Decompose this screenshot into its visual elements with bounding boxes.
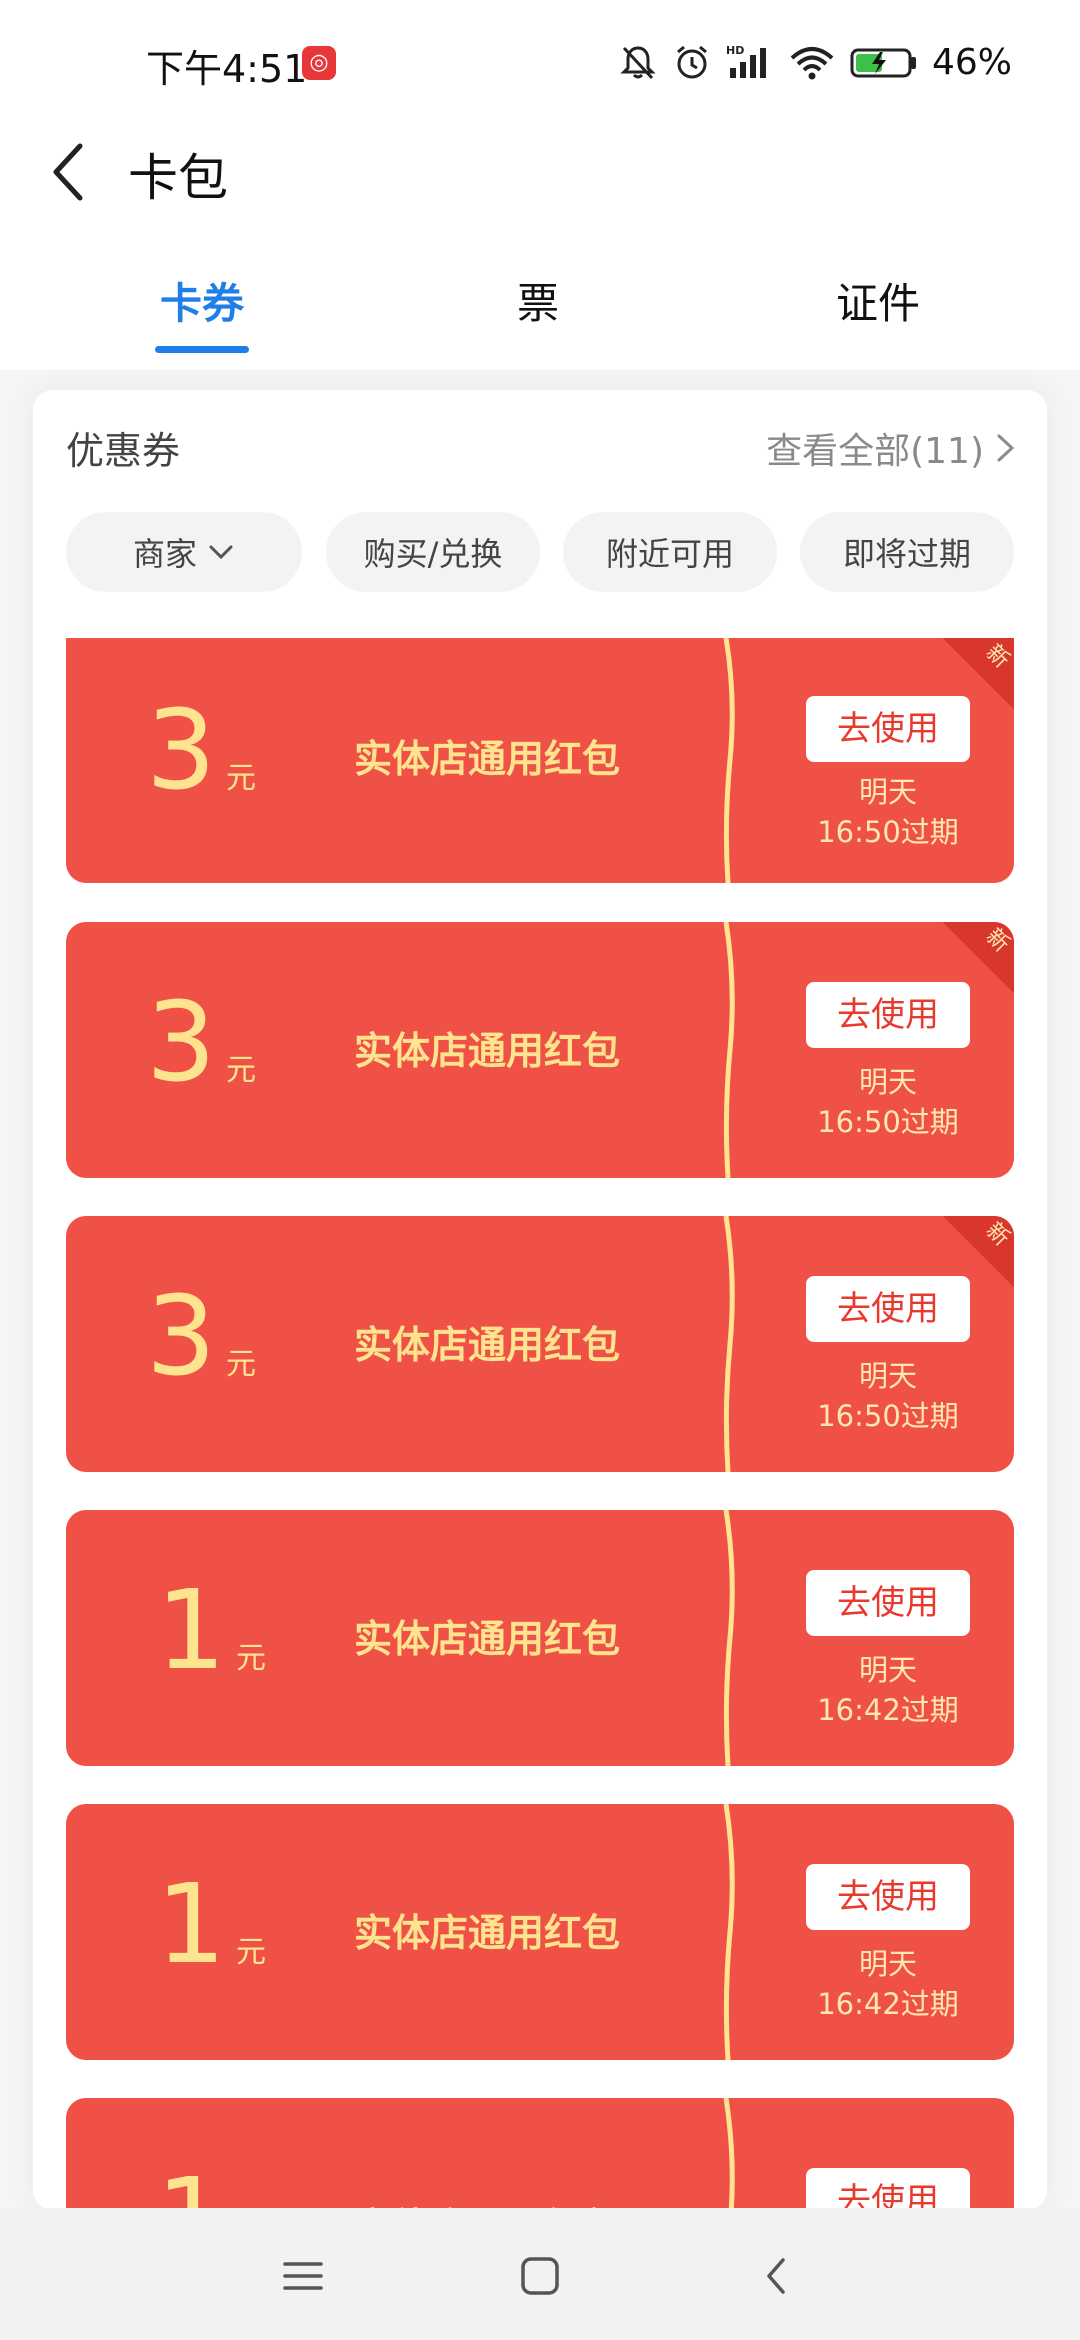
filter-chips: 商家 购买/兑换 附近可用 即将过期 [66, 512, 1014, 592]
tab-cards[interactable]: 卡券 [102, 270, 302, 331]
use-coupon-button[interactable]: 去使用 [806, 696, 970, 762]
coupon-amount-value: 1 [156, 1566, 226, 1694]
coupon-expiry: 明天 16:50过期 [766, 772, 1010, 852]
battery-icon [850, 48, 916, 78]
coupon-divider [723, 922, 735, 1178]
coupon-divider [723, 1216, 735, 1472]
page-header: 卡包 [0, 130, 1080, 240]
coupon-name: 实体店通用红包 [354, 1029, 621, 1073]
filter-nearby-label: 附近可用 [605, 535, 734, 573]
tab-ids[interactable]: 证件 [778, 270, 978, 331]
coupon-card[interactable]: 新 3 元 实体店通用红包 去使用 明天 16:50过期 [66, 1216, 1014, 1472]
coupon-amount-value: 3 [146, 978, 216, 1106]
system-nav-bar [0, 2208, 1080, 2340]
section-title: 优惠券 [66, 429, 181, 473]
expiry-time: 16:42过期 [817, 1987, 959, 2021]
svg-text:HD: HD [726, 44, 744, 57]
use-coupon-button[interactable]: 去使用 [806, 2168, 970, 2208]
coupon-amount-unit: 元 [226, 761, 256, 796]
coupon-amount: 3 元 [146, 690, 256, 810]
use-coupon-button[interactable]: 去使用 [806, 1864, 970, 1930]
coupon-expiry: 明天 16:50过期 [766, 1356, 1010, 1436]
coupon-amount-value: 3 [146, 1272, 216, 1400]
coupon-amount: 1 元 [146, 1864, 266, 1984]
tab-tickets[interactable]: 票 [438, 270, 638, 331]
battery-percent: 46% [931, 41, 1012, 83]
coupon-card[interactable]: 1 元 实体店通用红包 去使用 明天 16:42过期 [66, 1510, 1014, 1766]
filter-purchase-label: 购买/兑换 [363, 535, 503, 573]
mute-bell-icon [620, 46, 656, 80]
coupon-amount: 1 元 [146, 1570, 266, 1690]
expiry-day: 明天 [858, 1653, 917, 1687]
filter-expiring-label: 即将过期 [842, 535, 971, 573]
coupon-name: 实体店通用红包 [354, 1323, 621, 1367]
expiry-day: 明天 [858, 1947, 917, 1981]
use-coupon-button[interactable]: 去使用 [806, 1570, 970, 1636]
back-arrow-icon [53, 143, 83, 201]
status-time: 下午4:51 [146, 47, 308, 91]
home-square-icon [521, 2257, 559, 2295]
netease-music-icon: ◎ [302, 46, 336, 80]
coupon-expiry: 明天 16:42过期 [766, 1944, 1010, 2024]
home-button[interactable] [500, 2236, 580, 2316]
coupon-divider [723, 1510, 735, 1766]
wifi-icon [790, 47, 834, 80]
coupon-divider [723, 638, 735, 883]
coupon-card[interactable]: 新 3 元 实体店通用红包 去使用 明天 16:50过期 [66, 922, 1014, 1178]
active-tab-indicator [155, 346, 249, 353]
recent-apps-button[interactable] [263, 2236, 343, 2316]
menu-icon [283, 2262, 323, 2290]
coupon-amount-unit: 元 [236, 1935, 266, 1970]
coupon-expiry: 明天 16:50过期 [766, 1062, 1010, 1142]
coupon-name: 实体店通用红包 [354, 1617, 621, 1661]
coupon-amount-unit: 元 [226, 1347, 256, 1382]
expiry-time: 16:50过期 [817, 1105, 959, 1139]
coupon-divider [723, 1804, 735, 2060]
use-coupon-button[interactable]: 去使用 [806, 1276, 970, 1342]
expiry-time: 16:42过期 [817, 1693, 959, 1727]
coupon-card[interactable]: 1 元 实体店通用红包 去使用 [66, 2098, 1014, 2208]
chevron-down-icon [209, 545, 233, 560]
coupon-name: 实体店通用红包 [354, 737, 621, 781]
coupon-amount: 3 元 [146, 982, 256, 1102]
coupon-card[interactable]: 新 3 元 实体店通用红包 去使用 明天 16:50过期 [66, 638, 1014, 883]
coupon-amount-unit: 元 [236, 1641, 266, 1676]
page-title: 卡包 [128, 149, 228, 207]
coupon-name: 实体店通用红包 [354, 1911, 621, 1955]
coupon-list: 新 3 元 实体店通用红包 去使用 明天 16:50过期 新 3 元 实体店通用… [66, 638, 1014, 2208]
expiry-time: 16:50过期 [817, 1399, 959, 1433]
filter-purchase-exchange[interactable]: 购买/兑换 [326, 512, 540, 592]
coupon-expiry: 明天 16:42过期 [766, 1650, 1010, 1730]
coupon-amount: 3 元 [146, 1276, 256, 1396]
coupon-amount-value: 3 [146, 686, 216, 814]
back-button[interactable] [40, 132, 120, 212]
filter-expiring[interactable]: 即将过期 [800, 512, 1014, 592]
view-all-link[interactable]: 查看全部(11) [766, 422, 1018, 474]
status-icons: HD 46% [618, 40, 1012, 84]
filter-nearby[interactable]: 附近可用 [563, 512, 777, 592]
expiry-day: 明天 [858, 775, 917, 809]
coupon-name: 实体店通用红包 [354, 2196, 620, 2208]
expiry-day: 明天 [858, 1065, 917, 1099]
view-all-label: 查看全部(11) [766, 431, 984, 472]
alarm-icon [677, 45, 707, 79]
filter-merchant[interactable]: 商家 [66, 512, 302, 592]
coupon-amount-unit: 元 [226, 1053, 256, 1088]
status-bar: 下午4:51 ◎ HD 46% [0, 0, 1080, 130]
back-chevron-icon [767, 2258, 785, 2294]
filter-merchant-label: 商家 [132, 535, 197, 573]
chevron-right-icon [997, 434, 1015, 462]
coupon-amount-value: 1 [156, 2158, 226, 2208]
use-coupon-button[interactable]: 去使用 [806, 982, 970, 1048]
expiry-day: 明天 [858, 1359, 917, 1393]
signal-icon: HD [726, 44, 766, 78]
expiry-time: 16:50过期 [817, 815, 959, 849]
tab-bar: 卡券 票 证件 [0, 262, 1080, 362]
coupon-card[interactable]: 1 元 实体店通用红包 去使用 明天 16:42过期 [66, 1804, 1014, 2060]
nav-back-button[interactable] [737, 2236, 817, 2316]
coupon-divider [723, 2098, 735, 2208]
coupon-amount: 1 元 [146, 2158, 266, 2208]
coupon-amount-value: 1 [156, 1860, 226, 1988]
